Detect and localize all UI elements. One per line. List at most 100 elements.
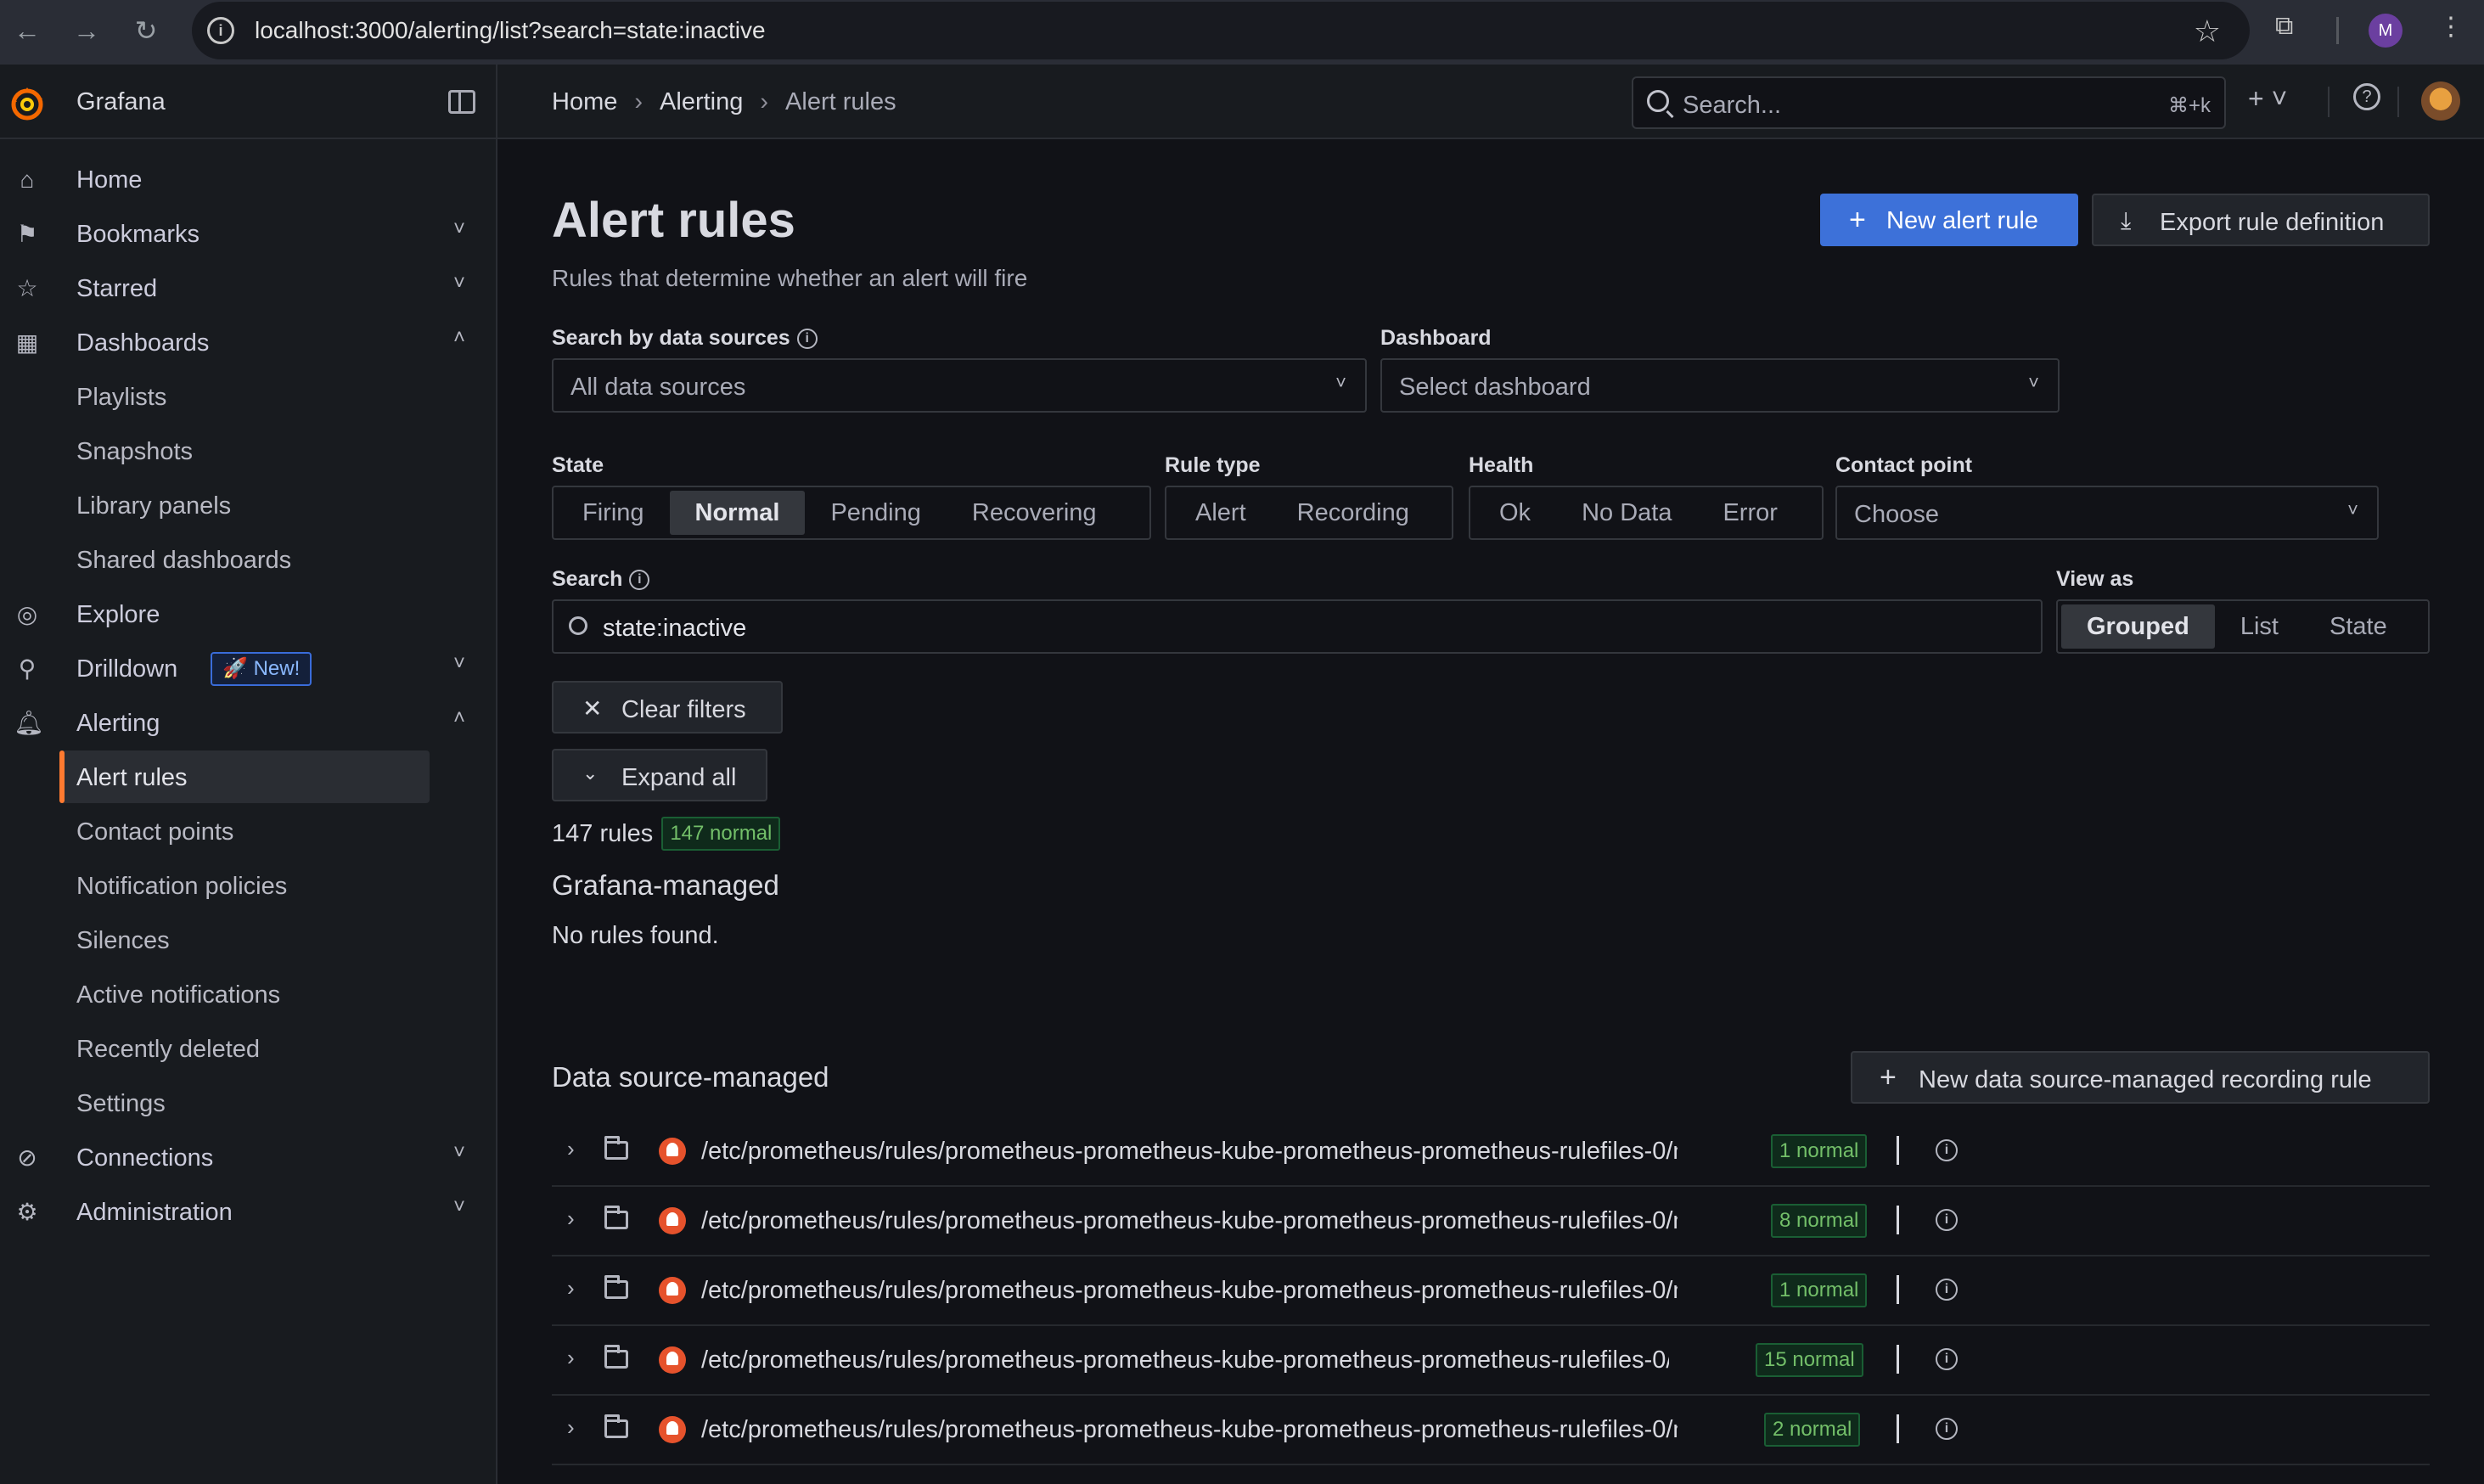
sidebar-item-label: Active notifications bbox=[76, 981, 281, 1009]
reload-icon[interactable]: ↻ bbox=[127, 12, 165, 49]
grafana-managed-heading: Grafana-managed bbox=[552, 869, 779, 901]
chevron-right-icon[interactable]: › bbox=[567, 1275, 575, 1301]
sidebar-item-playlists[interactable]: Playlists bbox=[0, 370, 497, 423]
chevron-right-icon[interactable]: › bbox=[567, 1345, 575, 1371]
rule-group-row[interactable]: › /etc/prometheus/rules/prometheus-prome… bbox=[552, 1396, 2430, 1465]
rule-type-option-recording[interactable]: Recording bbox=[1272, 491, 1435, 535]
grafana-logo-icon[interactable] bbox=[8, 85, 46, 122]
chevron-up-icon[interactable]: ˄ bbox=[453, 326, 465, 350]
help-icon[interactable]: ? bbox=[2353, 83, 2380, 110]
global-search[interactable]: Search... ⌘+k bbox=[1632, 76, 2226, 129]
info-icon[interactable]: i bbox=[1936, 1279, 1958, 1301]
chevron-right-icon[interactable]: › bbox=[567, 1206, 575, 1232]
sidebar-item-snapshots[interactable]: Snapshots bbox=[0, 424, 497, 477]
clear-filters-button[interactable]: ✕ Clear filters bbox=[552, 681, 783, 734]
sidebar-item-contact-points[interactable]: Contact points bbox=[0, 805, 497, 857]
view-option-state[interactable]: State bbox=[2304, 604, 2413, 649]
sidebar-item-recently-deleted[interactable]: Recently deleted bbox=[0, 1022, 497, 1075]
add-new-icon[interactable]: + ˅ bbox=[2248, 83, 2287, 115]
search-icon bbox=[1647, 90, 1669, 112]
chevron-up-icon[interactable]: ˄ bbox=[453, 706, 465, 730]
dock-menu-icon[interactable] bbox=[448, 90, 475, 114]
sidebar-item-label: Silences bbox=[76, 927, 170, 954]
sidebar-item-label: Alert rules bbox=[76, 764, 188, 791]
state-option-firing[interactable]: Firing bbox=[557, 491, 670, 535]
rule-group-path[interactable]: /etc/prometheus/rules/prometheus-prometh… bbox=[701, 1346, 1669, 1374]
chevron-right-icon[interactable]: › bbox=[567, 1136, 575, 1162]
rule-group-path[interactable]: /etc/prometheus/rules/prometheus-prometh… bbox=[701, 1416, 1678, 1444]
sidebar-item-settings[interactable]: Settings bbox=[0, 1076, 497, 1129]
sidebar-item-drilldown[interactable]: ⚲ Drilldown 🚀 New! ˅ bbox=[0, 642, 497, 694]
sidebar-item-home[interactable]: ⌂ Home bbox=[0, 153, 497, 205]
health-option-no-data[interactable]: No Data bbox=[1556, 491, 1697, 535]
expand-all-button[interactable]: ⌄ Expand all bbox=[552, 749, 767, 801]
chevron-down-icon[interactable]: ˅ bbox=[453, 217, 465, 241]
prometheus-icon bbox=[659, 1207, 686, 1234]
user-avatar[interactable] bbox=[2421, 82, 2460, 121]
export-rule-definition-button[interactable]: ⤓ Export rule definition bbox=[2092, 194, 2430, 246]
rule-group-path[interactable]: /etc/prometheus/rules/prometheus-prometh… bbox=[701, 1207, 1678, 1235]
view-option-list[interactable]: List bbox=[2215, 604, 2304, 649]
rule-group-path[interactable]: /etc/prometheus/rules/prometheus-prometh… bbox=[701, 1277, 1678, 1305]
tab-search-icon[interactable]: ⧉ bbox=[2275, 12, 2293, 41]
sidebar-item-label: Starred bbox=[76, 275, 158, 302]
rules-search-input[interactable]: state:inactive bbox=[552, 599, 2043, 654]
health-option-error[interactable]: Error bbox=[1697, 491, 1802, 535]
info-icon[interactable]: i bbox=[629, 570, 650, 591]
sidebar-item-connections[interactable]: ⊘ Connections ˅ bbox=[0, 1131, 497, 1183]
new-alert-rule-label: New alert rule bbox=[1886, 207, 2038, 234]
folder-icon bbox=[604, 1206, 628, 1229]
new-recording-rule-button[interactable]: + New data source-managed recording rule bbox=[1851, 1051, 2430, 1104]
site-info-icon[interactable]: i bbox=[207, 17, 234, 44]
sidebar-item-dashboards[interactable]: ▦ Dashboards ˄ bbox=[0, 316, 497, 368]
rule-group-row[interactable]: › /etc/prometheus/rules/prometheus-prome… bbox=[552, 1256, 2430, 1326]
rule-type-option-alert[interactable]: Alert bbox=[1170, 491, 1272, 535]
state-option-recovering[interactable]: Recovering bbox=[947, 491, 1122, 535]
page-title: Alert rules bbox=[552, 193, 795, 248]
info-icon[interactable]: i bbox=[1936, 1418, 1958, 1440]
sidebar-item-starred[interactable]: ☆ Starred ˅ bbox=[0, 261, 497, 314]
profile-avatar[interactable]: M bbox=[2369, 14, 2403, 48]
status-badge: 147 normal bbox=[661, 817, 781, 851]
rule-group-row[interactable]: › /etc/prometheus/rules/prometheus-prome… bbox=[552, 1326, 2430, 1396]
address-bar[interactable]: i localhost:3000/alerting/list?search=st… bbox=[192, 2, 2250, 59]
state-option-normal[interactable]: Normal bbox=[669, 491, 806, 535]
sidebar-item-active-notifications[interactable]: Active notifications bbox=[0, 968, 497, 1020]
bookmark-star-icon[interactable]: ☆ bbox=[2194, 14, 2221, 49]
state-option-pending[interactable]: Pending bbox=[805, 491, 946, 535]
forward-icon[interactable]: → bbox=[68, 12, 105, 49]
breadcrumb-home[interactable]: Home bbox=[552, 88, 617, 116]
info-icon[interactable]: i bbox=[1936, 1139, 1958, 1161]
info-icon[interactable]: i bbox=[796, 329, 818, 350]
chevron-down-icon[interactable]: ˅ bbox=[453, 652, 465, 676]
datasource-select[interactable]: All data sources ˅ bbox=[552, 358, 1367, 413]
chevron-down-icon[interactable]: ˅ bbox=[453, 272, 465, 295]
chevron-right-icon[interactable]: › bbox=[567, 1414, 575, 1441]
sidebar-item-administration[interactable]: ⚙ Administration ˅ bbox=[0, 1185, 497, 1238]
info-icon[interactable]: i bbox=[1936, 1209, 1958, 1231]
health-option-ok[interactable]: Ok bbox=[1474, 491, 1556, 535]
info-icon[interactable]: i bbox=[1936, 1348, 1958, 1370]
sidebar-item-silences[interactable]: Silences bbox=[0, 913, 497, 966]
new-alert-rule-button[interactable]: + New alert rule bbox=[1820, 194, 2078, 246]
back-icon[interactable]: ← bbox=[8, 12, 46, 49]
sidebar-item-explore[interactable]: ◎ Explore bbox=[0, 587, 497, 640]
rule-group-row[interactable]: › /etc/prometheus/rules/prometheus-prome… bbox=[552, 1117, 2430, 1187]
sidebar-item-bookmarks[interactable]: ⚑ Bookmarks ˅ bbox=[0, 207, 497, 260]
sidebar-item-shared-dashboards[interactable]: Shared dashboards bbox=[0, 533, 497, 586]
view-option-grouped[interactable]: Grouped bbox=[2061, 604, 2215, 649]
contact-point-select[interactable]: Choose ˅ bbox=[1835, 486, 2379, 540]
menu-kebab-icon[interactable]: ⋮ bbox=[2438, 12, 2464, 42]
rule-group-row[interactable]: › /etc/prometheus/rules/prometheus-prome… bbox=[552, 1187, 2430, 1256]
chevron-down-icon[interactable]: ˅ bbox=[453, 1195, 465, 1219]
sidebar-item-library-panels[interactable]: Library panels bbox=[0, 479, 497, 531]
breadcrumb-alerting[interactable]: Alerting bbox=[660, 88, 743, 116]
dashboard-select[interactable]: Select dashboard ˅ bbox=[1380, 358, 2060, 413]
rules-count: 147 rules bbox=[552, 819, 654, 847]
rule-group-path[interactable]: /etc/prometheus/rules/prometheus-prometh… bbox=[701, 1138, 1678, 1166]
sidebar-item-label: Library panels bbox=[76, 492, 232, 520]
sidebar-item-alerting[interactable]: 🔔︎ Alerting ˄ bbox=[0, 696, 497, 749]
chevron-down-icon[interactable]: ˅ bbox=[453, 1141, 465, 1165]
sidebar-item-notification-policies[interactable]: Notification policies bbox=[0, 859, 497, 912]
sidebar-item-alert-rules[interactable]: Alert rules bbox=[0, 750, 497, 803]
